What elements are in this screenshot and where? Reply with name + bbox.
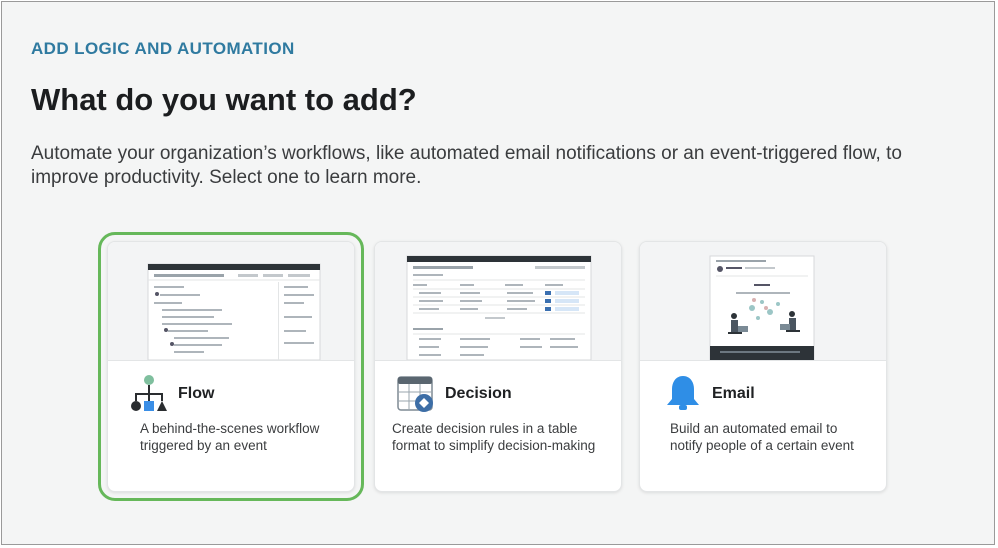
flow-card-description: A behind-the-scenes workflow triggered b…: [140, 421, 320, 453]
decision-preview-image: [375, 242, 621, 361]
flow-card-title: Flow: [178, 385, 215, 402]
email-preview-image: [640, 242, 886, 361]
add-logic-dialog: ADD LOGIC AND AUTOMATION What do you wan…: [1, 1, 995, 545]
decision-card-description: Create decision rules in a table format …: [392, 421, 596, 453]
flow-icon: [131, 375, 167, 411]
bell-icon: [667, 376, 699, 410]
email-card-title: Email: [712, 385, 755, 402]
email-card-description: Build an automated email to notify peopl…: [670, 421, 854, 453]
flow-card[interactable]: Flow A behind-the-scenes workflow trigge…: [98, 232, 364, 501]
decision-table-icon: [397, 376, 433, 412]
page-description: Automate your organization’s workflows, …: [31, 143, 902, 188]
email-card[interactable]: Email Build an automated email to notify…: [639, 241, 887, 492]
flow-preview-image: [108, 242, 354, 361]
page-title: What do you want to add?: [31, 82, 417, 117]
decision-card[interactable]: Decision Create decision rules in a tabl…: [374, 241, 622, 492]
email-card-header: Email: [664, 374, 755, 414]
section-eyebrow: ADD LOGIC AND AUTOMATION: [31, 39, 295, 58]
decision-card-title: Decision: [445, 385, 512, 402]
decision-card-header: Decision: [397, 374, 512, 414]
flow-card-header: Flow: [130, 374, 214, 414]
